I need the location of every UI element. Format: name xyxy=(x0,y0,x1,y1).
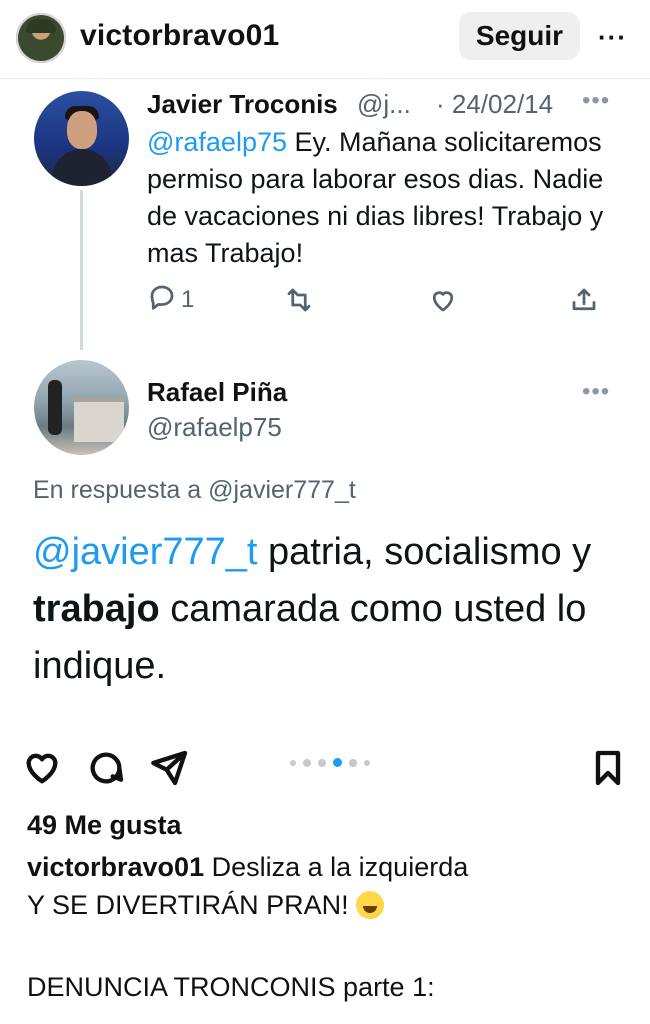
reply-context: En respuesta a @javier777_t xyxy=(33,476,356,505)
share-icon xyxy=(569,283,599,317)
reply-prefix: En respuesta a xyxy=(33,476,209,504)
user-avatar[interactable] xyxy=(16,13,66,63)
post-username[interactable]: victorbravo01 xyxy=(80,19,279,53)
tweet2-author-handle: @rafaelp75 xyxy=(147,412,282,442)
tweet2-avatar xyxy=(34,360,129,455)
carousel-dot xyxy=(290,759,296,766)
send-icon[interactable] xyxy=(150,748,190,788)
carousel-dot xyxy=(303,758,311,767)
tweet1-author-handle: @j... xyxy=(357,89,411,119)
reply-icon xyxy=(147,282,177,319)
carousel-dot xyxy=(349,758,357,767)
thread-line xyxy=(80,190,83,350)
tweet2-body-1: patria, socialismo y xyxy=(257,531,592,573)
carousel-dot-active xyxy=(333,758,342,767)
bookmark-icon[interactable] xyxy=(588,748,628,788)
reply-count: 1 xyxy=(181,286,195,313)
tweet1-reply-action: 1 xyxy=(147,283,194,317)
tweet2-author-name: Rafael Piña xyxy=(147,377,288,407)
tweet1-text: @rafaelp75 Ey. Mañana solicitaremos perm… xyxy=(147,124,617,272)
tweet1-more-icon: ••• xyxy=(582,87,611,114)
carousel-dot xyxy=(318,758,326,767)
carousel-dot xyxy=(364,759,370,766)
tweet2-more-icon: ••• xyxy=(582,378,611,405)
tweet1-author-name: Javier Troconis xyxy=(147,89,338,119)
reply-target: @javier777_t xyxy=(208,476,356,504)
tweet1-date: · 24/02/14 xyxy=(436,89,554,119)
heart-icon[interactable] xyxy=(22,748,62,788)
carousel-indicator xyxy=(290,758,370,767)
follow-button[interactable]: Seguir xyxy=(459,12,580,60)
like-outline-icon xyxy=(428,283,458,317)
laughing-emoji-icon xyxy=(356,891,385,919)
retweet-icon xyxy=(284,283,314,317)
more-options-icon[interactable]: ··· xyxy=(598,22,627,53)
caption-username[interactable]: victorbravo01 xyxy=(27,852,204,882)
tweet1-avatar xyxy=(34,91,129,186)
tweet2-mention: @javier777_t xyxy=(33,531,258,573)
post-caption: victorbravo01 Desliza a la izquierda Y S… xyxy=(27,848,627,924)
caption-text-2: Y SE DIVERTIRÁN PRAN! xyxy=(27,890,357,920)
tweet1-mention: @rafaelp75 xyxy=(147,127,287,157)
caption-text-3: DENUNCIA TRONCONIS parte 1: xyxy=(27,972,435,1002)
like-count[interactable]: 49 Me gusta xyxy=(27,810,182,841)
tweet2-bold-word: trabajo xyxy=(33,588,160,630)
comment-icon[interactable] xyxy=(86,748,126,788)
tweet2-text: @javier777_t patria, socialismo y trabaj… xyxy=(33,524,633,695)
caption-text-1: Desliza a la izquierda xyxy=(204,852,469,882)
